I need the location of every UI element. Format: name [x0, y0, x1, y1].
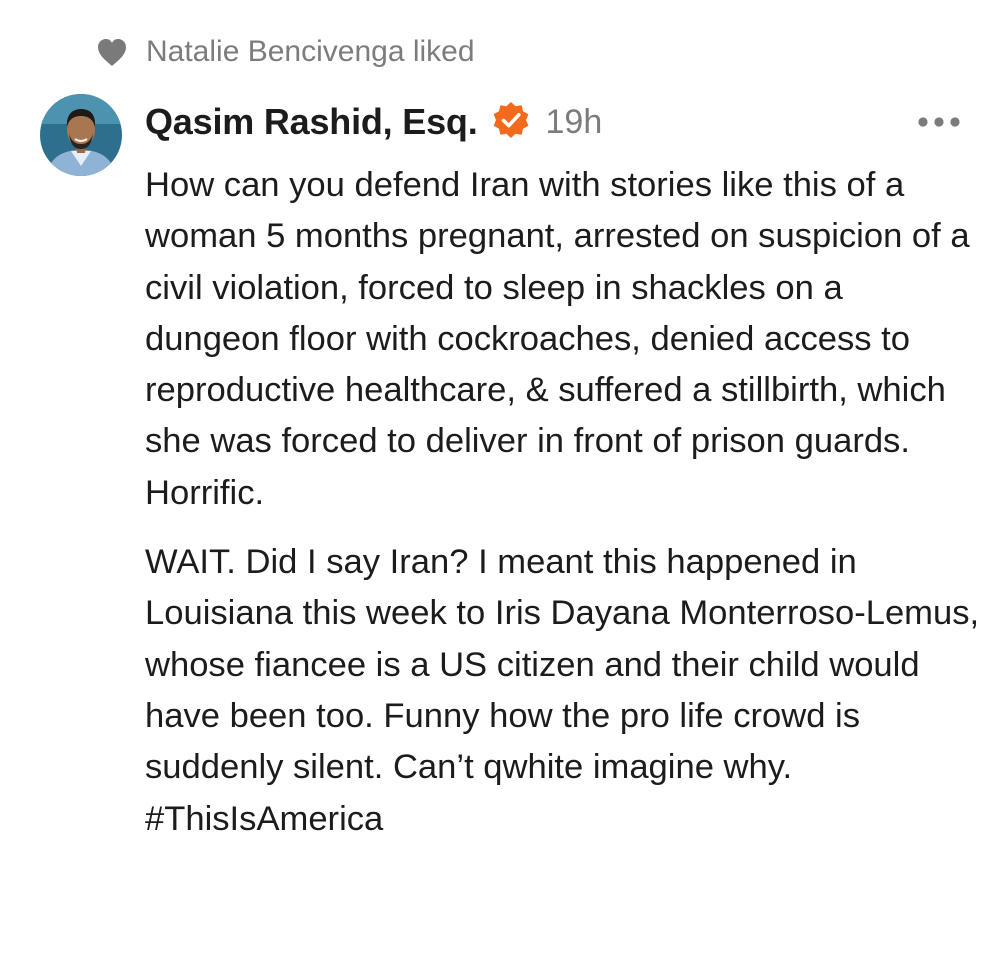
post-paragraph: How can you defend Iran with stories lik… — [145, 166, 970, 512]
post-paragraph: WAIT. Did I say Iran? I meant this happe… — [145, 543, 980, 838]
author-name[interactable]: Qasim Rashid, Esq. — [145, 101, 478, 143]
avatar[interactable] — [40, 94, 122, 176]
post-body: How can you defend Iran with stories lik… — [145, 160, 983, 845]
post-header: Qasim Rashid, Esq. 19h — [145, 98, 602, 146]
heart-icon — [96, 37, 128, 67]
verified-badge-icon — [492, 101, 530, 144]
post-timestamp: 19h — [545, 102, 603, 141]
more-options-button[interactable] — [916, 112, 962, 132]
activity-context: Natalie Bencivenga liked — [96, 30, 475, 74]
ellipsis-icon — [916, 112, 962, 132]
activity-text: Natalie Bencivenga liked — [146, 35, 475, 68]
